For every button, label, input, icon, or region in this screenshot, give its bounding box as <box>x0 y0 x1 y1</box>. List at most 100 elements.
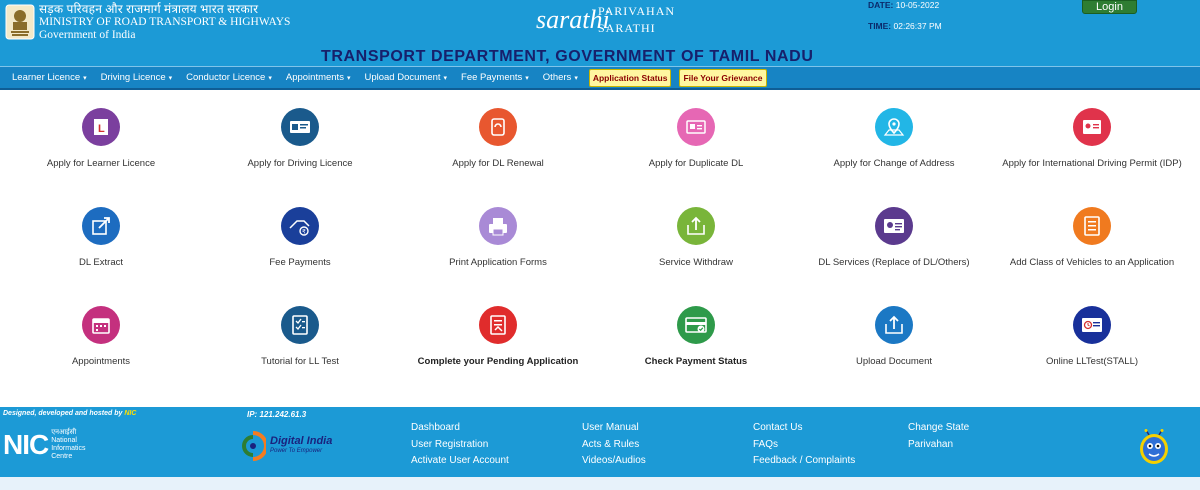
application-status-button[interactable]: Application Status <box>588 68 672 87</box>
service-label[interactable]: DL Services (Replace of DL/Others) <box>799 256 989 269</box>
svg-text:L: L <box>98 123 105 135</box>
digital-india-icon <box>242 431 266 461</box>
service-tutorial[interactable]: Tutorial for LL Test <box>205 306 395 368</box>
service-dl-renewal[interactable]: Apply for DL Renewal <box>403 108 593 170</box>
date-label: DATE: <box>868 0 894 10</box>
service-label[interactable]: Complete your Pending Application <box>403 355 593 368</box>
footer-col-3: Contact Us FAQs Feedback / Complaints <box>753 420 855 470</box>
chevron-down-icon: ▾ <box>574 75 578 82</box>
main-nav: Learner Licence ▾ Driving Licence ▾ Conduc… <box>0 66 1200 90</box>
service-add-class[interactable]: Add Class of Vehicles to an Application <box>997 207 1187 269</box>
service-label[interactable]: DL Extract <box>6 256 196 269</box>
payment-status-icon[interactable] <box>677 306 715 344</box>
top-header: सड़क परिवहन और राजमार्ग मंत्रालय भारत सर… <box>0 0 1200 44</box>
service-label[interactable]: Apply for Learner Licence <box>6 157 196 170</box>
footer-link-user-manual[interactable]: User Manual <box>582 420 646 437</box>
footer-link-dashboard[interactable]: Dashboard <box>411 420 509 437</box>
nav-conductor-licence[interactable]: Conductor Licence ▾ <box>186 72 272 83</box>
service-label[interactable]: Apply for DL Renewal <box>403 157 593 170</box>
service-upload-document[interactable]: Upload Document <box>799 306 989 368</box>
date-value: 10-05-2022 <box>895 0 940 10</box>
footer-link-faqs[interactable]: FAQs <box>753 437 855 454</box>
change-address-icon[interactable] <box>875 108 913 146</box>
service-fee-payments[interactable]: ₹ Fee Payments <box>205 207 395 269</box>
service-label[interactable]: Service Withdraw <box>601 256 791 269</box>
print-forms-icon[interactable] <box>479 207 517 245</box>
nav-others[interactable]: Others ▾ <box>543 72 578 83</box>
footer-col-2: User Manual Acts & Rules Videos/Audios <box>582 420 646 470</box>
service-service-withdraw[interactable]: Service Withdraw <box>601 207 791 269</box>
ministry-english: MINISTRY OF ROAD TRANSPORT & HIGHWAYS <box>39 15 291 28</box>
footer-link-feedback[interactable]: Feedback / Complaints <box>753 453 855 470</box>
service-label[interactable]: Appointments <box>6 355 196 368</box>
dl-extract-icon[interactable] <box>82 207 120 245</box>
upload-document-icon[interactable] <box>875 306 913 344</box>
service-change-address[interactable]: Apply for Change of Address <box>799 108 989 170</box>
appointments-icon[interactable] <box>82 306 120 344</box>
ministry-hindi: सड़क परिवहन और राजमार्ग मंत्रालय भारत सर… <box>39 1 259 16</box>
service-label[interactable]: Print Application Forms <box>403 256 593 269</box>
designed-by-text: Designed, developed and hosted by NIC <box>3 410 137 417</box>
nav-appointments[interactable]: Appointments ▾ <box>286 72 351 83</box>
learner-licence-icon[interactable]: L <box>82 108 120 146</box>
mascot-icon[interactable] <box>1138 429 1170 467</box>
footer-link-acts-rules[interactable]: Acts & Rules <box>582 437 646 454</box>
nav-learner-licence[interactable]: Learner Licence ▾ <box>12 72 87 83</box>
service-appointments[interactable]: Appointments <box>6 306 196 368</box>
idp-icon[interactable] <box>1073 108 1111 146</box>
sarathi-branding: sarathi PARIVAHAN SARATHI <box>536 0 675 40</box>
dl-services-icon[interactable] <box>875 207 913 245</box>
nav-upload-document[interactable]: Upload Document ▾ <box>364 72 447 83</box>
service-label[interactable]: Tutorial for LL Test <box>205 355 395 368</box>
tutorial-icon[interactable] <box>281 306 319 344</box>
service-withdraw-icon[interactable] <box>677 207 715 245</box>
service-online-lltest[interactable]: Online LLTest(STALL) <box>997 306 1187 368</box>
service-label[interactable]: Apply for Duplicate DL <box>601 157 791 170</box>
service-pending-application[interactable]: Complete your Pending Application <box>403 306 593 368</box>
footer-link-activate-account[interactable]: Activate User Account <box>411 453 509 470</box>
service-label[interactable]: Online LLTest(STALL) <box>997 355 1187 368</box>
nav-driving-licence[interactable]: Driving Licence ▾ <box>101 72 172 83</box>
footer-col-4: Change State Parivahan <box>908 420 969 453</box>
nic-link[interactable]: NIC <box>124 410 136 417</box>
service-dl-extract[interactable]: DL Extract <box>6 207 196 269</box>
parivahan-text: PARIVAHAN <box>598 4 676 18</box>
dl-renewal-icon[interactable] <box>479 108 517 146</box>
footer-link-parivahan[interactable]: Parivahan <box>908 437 969 454</box>
online-lltest-icon[interactable] <box>1073 306 1111 344</box>
national-emblem-icon <box>3 3 37 41</box>
service-label[interactable]: Apply for Change of Address <box>799 157 989 170</box>
login-button[interactable]: Login <box>1082 0 1137 14</box>
service-idp[interactable]: Apply for International Driving Permit (… <box>997 108 1187 170</box>
service-driving-licence[interactable]: Apply for Driving Licence <box>205 108 395 170</box>
government-of-india: Government of India <box>39 28 136 41</box>
time-label: TIME: <box>868 21 892 31</box>
duplicate-dl-icon[interactable] <box>677 108 715 146</box>
service-label[interactable]: Upload Document <box>799 355 989 368</box>
service-dl-services[interactable]: DL Services (Replace of DL/Others) <box>799 207 989 269</box>
service-duplicate-dl[interactable]: Apply for Duplicate DL <box>601 108 791 170</box>
service-learner-licence[interactable]: L Apply for Learner Licence <box>6 108 196 170</box>
nic-logo: NIC एनआईसी National Informatics Centre <box>3 429 86 460</box>
service-label[interactable]: Apply for International Driving Permit (… <box>997 157 1187 170</box>
chevron-down-icon: ▾ <box>268 75 272 82</box>
nav-fee-payments[interactable]: Fee Payments ▾ <box>461 72 529 83</box>
service-label[interactable]: Fee Payments <box>205 256 395 269</box>
service-label[interactable]: Apply for Driving Licence <box>205 157 395 170</box>
file-grievance-button[interactable]: File Your Grievance <box>679 68 767 87</box>
add-class-icon[interactable] <box>1073 207 1111 245</box>
footer-link-user-registration[interactable]: User Registration <box>411 437 509 454</box>
pending-application-icon[interactable] <box>479 306 517 344</box>
footer-link-change-state[interactable]: Change State <box>908 420 969 437</box>
footer-link-videos-audios[interactable]: Videos/Audios <box>582 453 646 470</box>
driving-licence-icon[interactable] <box>281 108 319 146</box>
service-payment-status[interactable]: Check Payment Status <box>601 306 791 368</box>
sarathi-text: SARATHI <box>598 21 656 35</box>
service-print-forms[interactable]: Print Application Forms <box>403 207 593 269</box>
fee-payments-icon[interactable]: ₹ <box>281 207 319 245</box>
service-label[interactable]: Check Payment Status <box>601 355 791 368</box>
chevron-down-icon: ▾ <box>525 75 529 82</box>
footer-link-contact-us[interactable]: Contact Us <box>753 420 855 437</box>
service-label[interactable]: Add Class of Vehicles to an Application <box>997 256 1187 269</box>
footer-col-1: Dashboard User Registration Activate Use… <box>411 420 509 470</box>
